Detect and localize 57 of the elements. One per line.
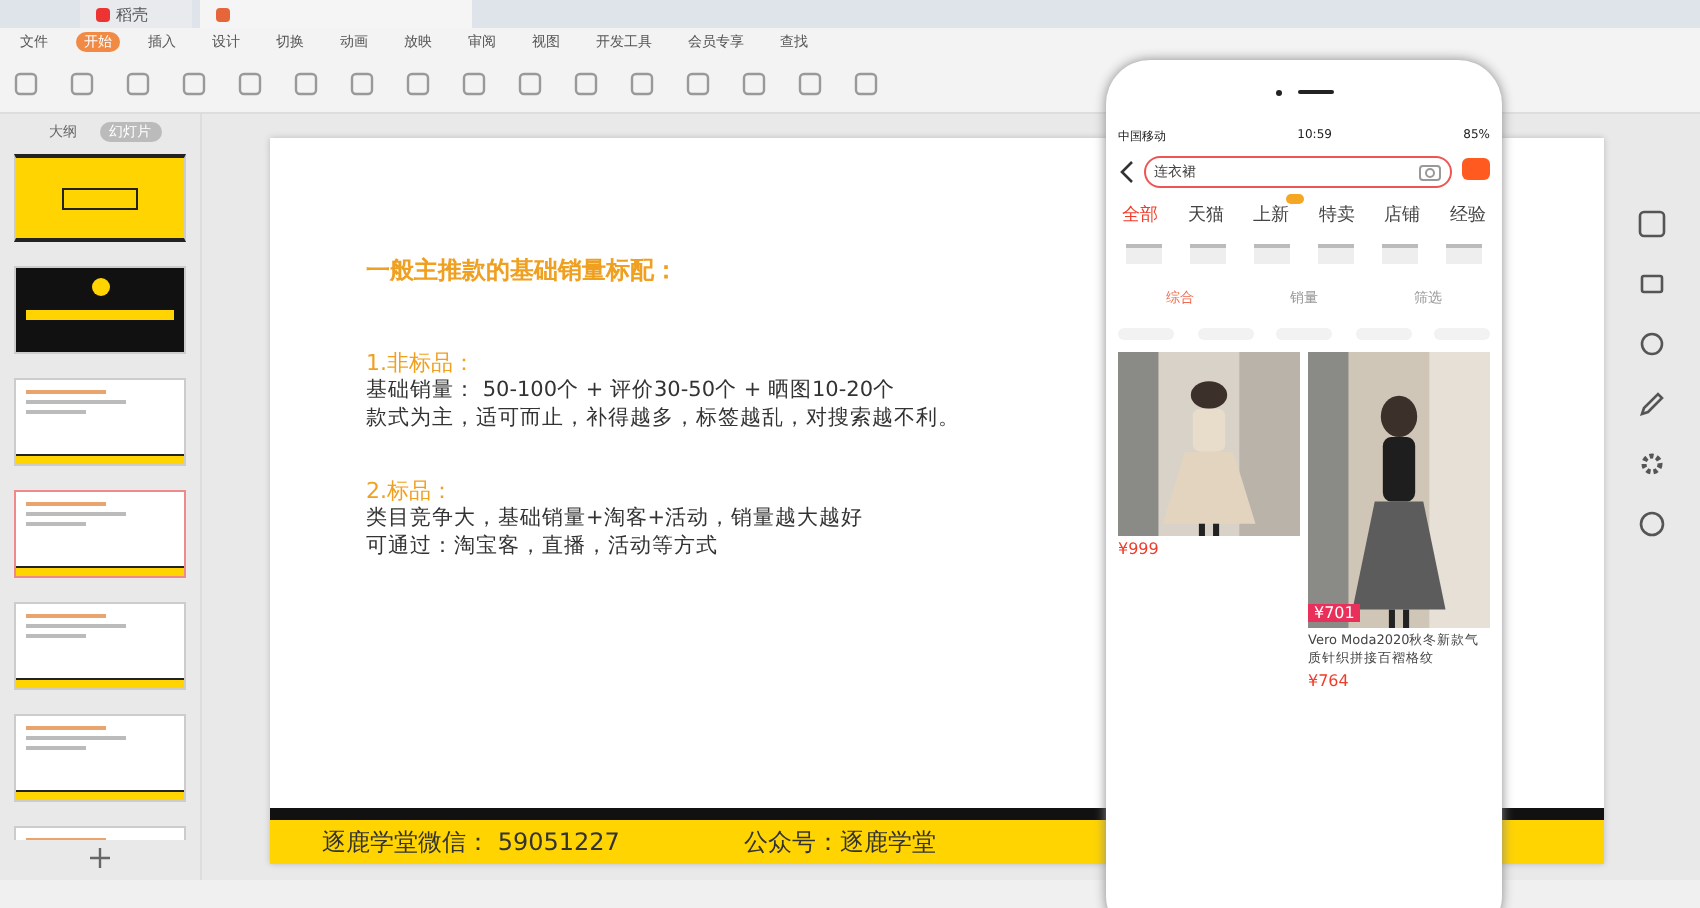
- toolbar-icon[interactable]: [740, 70, 768, 98]
- toolbar-icon[interactable]: [292, 70, 320, 98]
- toolbar-icon[interactable]: [516, 70, 544, 98]
- toolbar-icon[interactable]: [572, 70, 600, 98]
- category-chip[interactable]: [1190, 244, 1226, 264]
- toolbar-icon[interactable]: [68, 70, 96, 98]
- product-price: ¥764: [1308, 671, 1351, 690]
- footer-text: 逐鹿学堂微信： 59051227: [322, 825, 620, 859]
- toolbar-icon[interactable]: [852, 70, 880, 98]
- app-tab[interactable]: 稻壳: [80, 0, 192, 28]
- category-chip[interactable]: [1446, 244, 1482, 264]
- add-slide-icon[interactable]: [90, 848, 110, 868]
- toolbar-icon[interactable]: [236, 70, 264, 98]
- category-chip[interactable]: [1254, 244, 1290, 264]
- toolbar-icon[interactable]: [124, 70, 152, 98]
- category-tab[interactable]: 特卖: [1318, 206, 1355, 226]
- tool-icon[interactable]: [1638, 210, 1666, 238]
- app-tab[interactable]: [200, 0, 472, 28]
- body-text: 款式为主，适可而止，补得越多，标签越乱，对搜索越不利。: [366, 405, 960, 433]
- chat-icon[interactable]: [1462, 158, 1490, 186]
- price-tag: ¥701: [1308, 604, 1361, 622]
- back-icon[interactable]: [1118, 160, 1134, 184]
- tool-icon[interactable]: [1638, 330, 1666, 358]
- toolbar-icon[interactable]: [684, 70, 712, 98]
- category-tab[interactable]: 全部: [1122, 206, 1158, 226]
- category-tab[interactable]: 经验: [1449, 206, 1486, 226]
- tool-icon[interactable]: [1638, 450, 1666, 478]
- category-tab[interactable]: 店铺: [1384, 206, 1421, 226]
- toolbar-icon[interactable]: [348, 70, 376, 98]
- document-icon: [216, 7, 230, 21]
- product-card[interactable]: ¥999: [1118, 352, 1300, 690]
- toolbar-icon[interactable]: [460, 70, 488, 98]
- camera-icon[interactable]: [1418, 162, 1442, 182]
- toolbar-icon[interactable]: [796, 70, 824, 98]
- category-chip[interactable]: [1318, 244, 1354, 264]
- body-text: 类目竞争大，基础销量+淘客+活动，销量越大越好: [366, 506, 864, 534]
- toolbar-icon[interactable]: [180, 70, 208, 98]
- toolbar-icon[interactable]: [404, 70, 432, 98]
- body-text: 可通过：淘宝客，直播，活动等方式: [366, 533, 718, 562]
- toolbar-icon[interactable]: [628, 70, 656, 98]
- product-price: ¥999: [1118, 540, 1161, 558]
- category-chip[interactable]: [1382, 244, 1418, 264]
- tool-icon[interactable]: [1638, 390, 1666, 418]
- tool-icon[interactable]: [1638, 510, 1666, 538]
- document-icon: [96, 7, 110, 21]
- category-chip[interactable]: [1126, 244, 1162, 264]
- tool-icon[interactable]: [1638, 270, 1666, 298]
- toolbar-icon[interactable]: [12, 70, 40, 98]
- slide-thumbnail[interactable]: [14, 154, 186, 242]
- section-heading: 2.标品：: [366, 476, 455, 506]
- category-tab[interactable]: 上新: [1253, 206, 1290, 226]
- slide-thumbnail[interactable]: [14, 490, 186, 578]
- section-heading: 1.非标品：: [366, 348, 477, 378]
- slide-title: 一般主推款的基础销量标配：: [366, 254, 680, 288]
- body-text: 基础销量： 50-100个 + 评价30-50个 + 晒图10-20个: [366, 378, 895, 406]
- category-tab[interactable]: 天猫: [1187, 206, 1224, 226]
- footer-text: 公众号：逐鹿学堂: [743, 825, 936, 859]
